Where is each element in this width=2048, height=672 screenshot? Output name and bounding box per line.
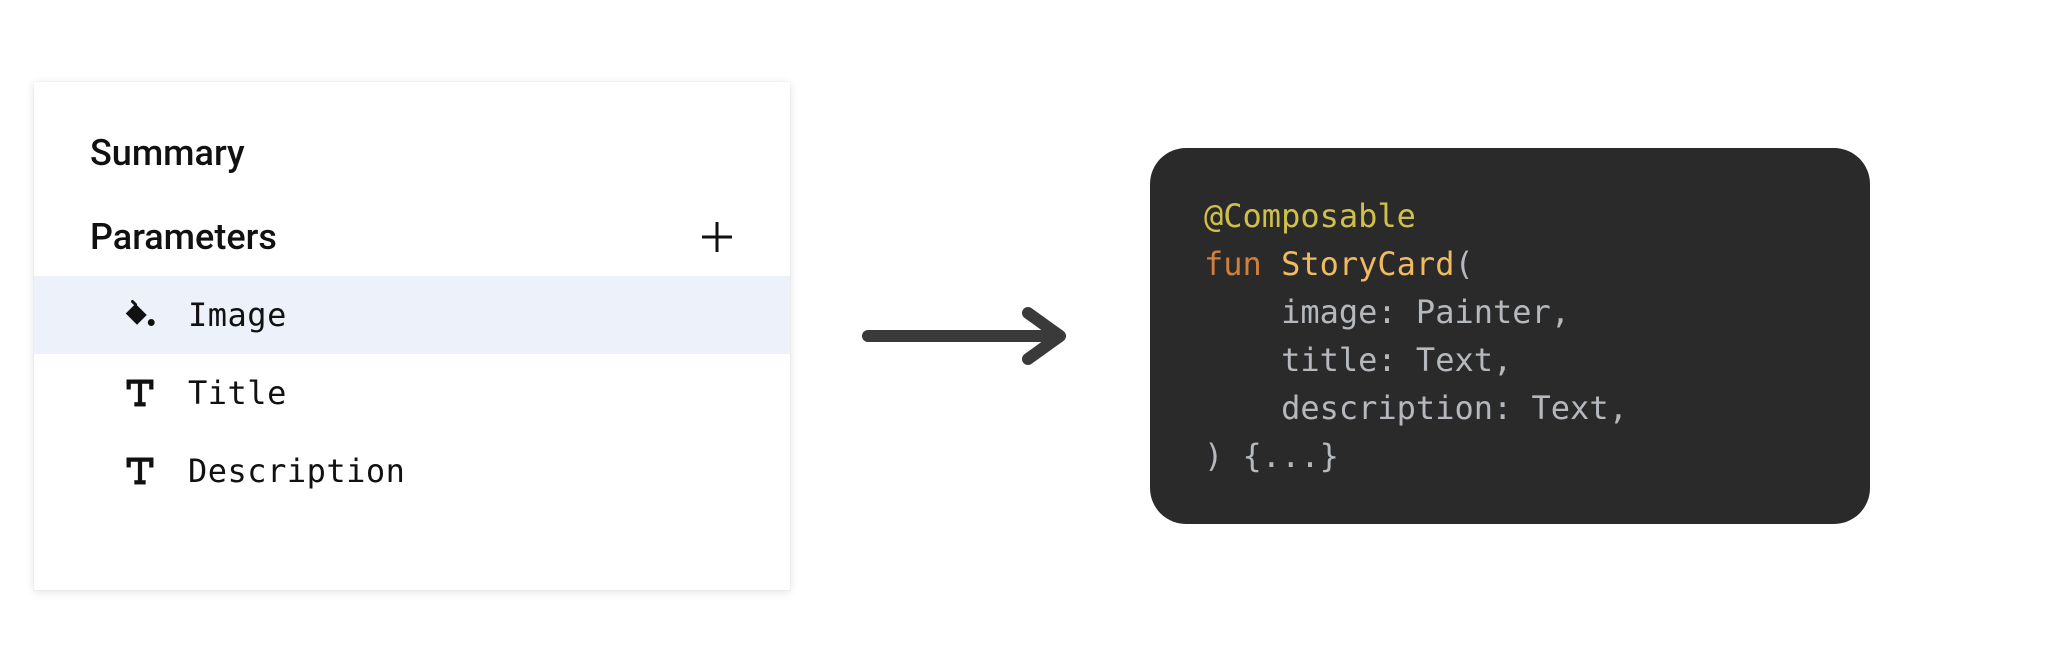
parameter-label: Image <box>188 296 287 334</box>
parameters-list: Image Title <box>34 276 790 510</box>
code-snippet-card: @Composable fun StoryCard( image: Painte… <box>1150 148 1870 524</box>
code-param-line: title: Text, <box>1204 341 1512 379</box>
add-parameter-button[interactable] <box>700 220 734 254</box>
code-close: ) {...} <box>1204 437 1339 475</box>
summary-heading: Summary <box>34 132 790 174</box>
parameter-item-image[interactable]: Image <box>34 276 790 354</box>
paint-bucket-icon <box>120 295 160 335</box>
parameter-label: Title <box>188 374 287 412</box>
parameter-item-description[interactable]: Description <box>34 432 790 510</box>
code-annotation: @Composable <box>1204 197 1416 235</box>
diagram-stage: Summary Parameters Image <box>0 0 2048 672</box>
code-content: @Composable fun StoryCard( image: Painte… <box>1204 192 1816 480</box>
text-icon <box>120 451 160 491</box>
parameters-header: Parameters <box>34 216 790 258</box>
text-icon <box>120 373 160 413</box>
parameter-item-title[interactable]: Title <box>34 354 790 432</box>
code-param-line: image: Painter, <box>1204 293 1570 331</box>
code-open-paren: ( <box>1454 245 1473 283</box>
arrow-icon <box>860 301 1080 371</box>
parameters-heading: Parameters <box>90 216 277 258</box>
code-func-name: StoryCard <box>1281 245 1454 283</box>
parameter-label: Description <box>188 452 405 490</box>
code-param-line: description: Text, <box>1204 389 1628 427</box>
properties-panel: Summary Parameters Image <box>34 82 790 590</box>
code-keyword-fun: fun <box>1204 245 1262 283</box>
